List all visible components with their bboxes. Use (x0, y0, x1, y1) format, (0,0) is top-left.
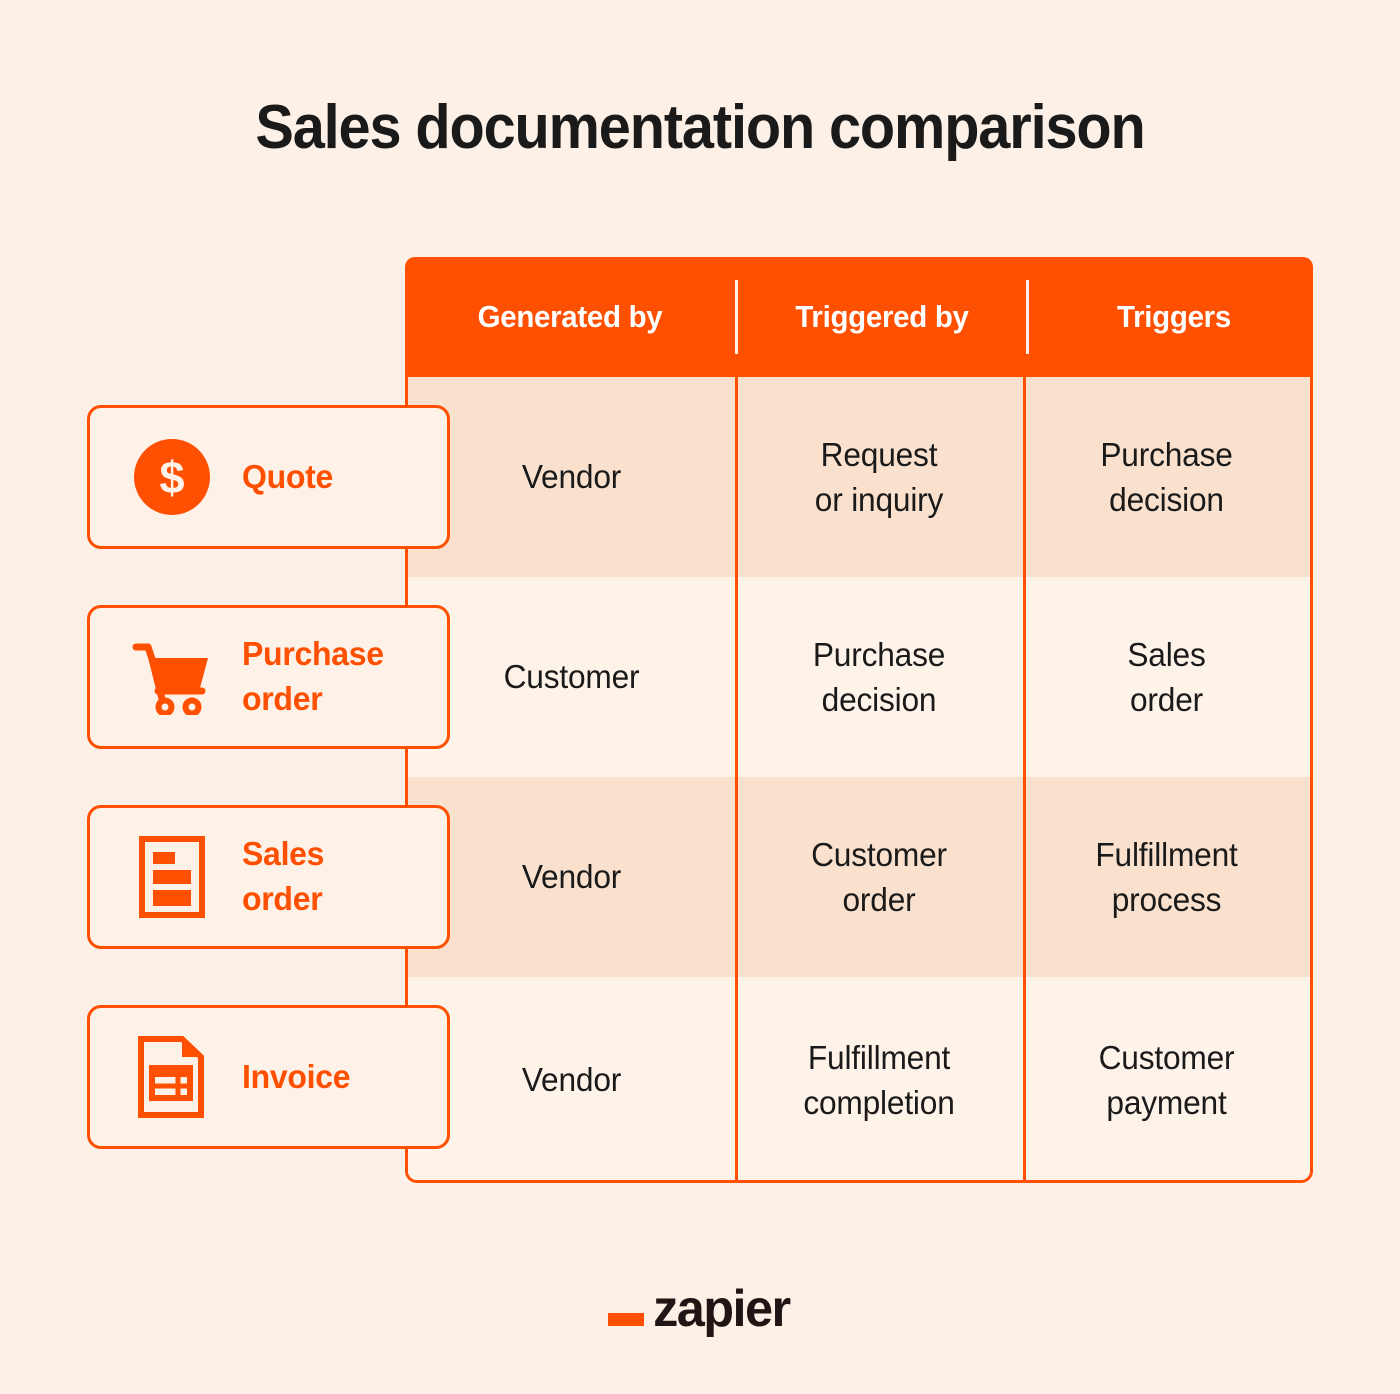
zapier-wordmark: zapier (653, 1280, 791, 1338)
row-label-column: $ Quote Purchase order Sales order Invoi… (87, 377, 452, 1183)
table-row: Vendor Customer order Fulfillment process (408, 777, 1310, 977)
table-row: Vendor Fulfillment completion Customer pay… (408, 977, 1310, 1180)
comparison-table: Generated by Triggered by Triggers Vendo… (405, 257, 1313, 1183)
row-label-card-sales-order[interactable]: Sales order (87, 805, 450, 949)
table-row: Customer Purchase decision Sales order (408, 577, 1310, 777)
comparison-table-infographic: Generated by Triggered by Triggers Vendo… (0, 0, 1400, 1394)
cell-triggered-by: Customer order (811, 835, 947, 918)
row-label-text: Quote (242, 457, 334, 495)
row-label-card-invoice[interactable]: Invoice (87, 1005, 450, 1149)
cell-generated-by: Vendor (521, 1061, 622, 1099)
zapier-logo: zapier (0, 1283, 1400, 1335)
column-header-generated-by: Generated by (477, 299, 663, 334)
table-header-row: Generated by Triggered by Triggers (405, 257, 1313, 377)
row-label-card-purchase-order[interactable]: Purchase order (87, 605, 450, 749)
cell-triggers: Fulfillment process (1095, 835, 1238, 918)
connector-line-3 (405, 949, 408, 1005)
infographic-page: Sales documentation comparison Generated… (0, 0, 1400, 1394)
cell-generated-by: Vendor (521, 858, 622, 896)
row-label-text: Invoice (242, 1057, 351, 1095)
column-divider-1 (735, 377, 738, 1180)
underscore-mark-icon (608, 1313, 645, 1326)
row-label-text: Purchase order (242, 635, 384, 717)
cell-triggers: Customer payment (1098, 1038, 1235, 1121)
cell-triggered-by: Fulfillment completion (803, 1038, 955, 1121)
table-row: Vendor Request or inquiry Purchase decisio… (408, 377, 1310, 577)
shopping-cart-icon (132, 637, 212, 717)
column-header-triggers: Triggers (1117, 299, 1231, 334)
connector-line-1 (405, 549, 408, 605)
table-body: Vendor Request or inquiry Purchase decisio… (405, 377, 1313, 1183)
row-label-card-quote[interactable]: $ Quote (87, 405, 450, 549)
column-header-triggered-by: Triggered by (795, 299, 969, 334)
svg-text:$: $ (159, 452, 184, 503)
dollar-circle-icon: $ (132, 437, 212, 517)
column-divider-2 (1023, 377, 1026, 1180)
cell-triggers: Purchase decision (1100, 435, 1233, 518)
document-lines-icon (132, 836, 212, 918)
cell-generated-by: Vendor (521, 458, 622, 496)
header-divider-1 (735, 280, 738, 354)
cell-generated-by: Customer (503, 658, 640, 696)
invoice-document-icon (132, 1036, 212, 1118)
cell-triggers: Sales order (1127, 635, 1206, 718)
row-label-text: Sales order (242, 835, 325, 917)
cell-triggered-by: Purchase decision (812, 635, 946, 718)
cell-triggered-by: Request or inquiry (814, 435, 944, 518)
connector-line-2 (405, 749, 408, 805)
header-divider-2 (1026, 280, 1029, 354)
